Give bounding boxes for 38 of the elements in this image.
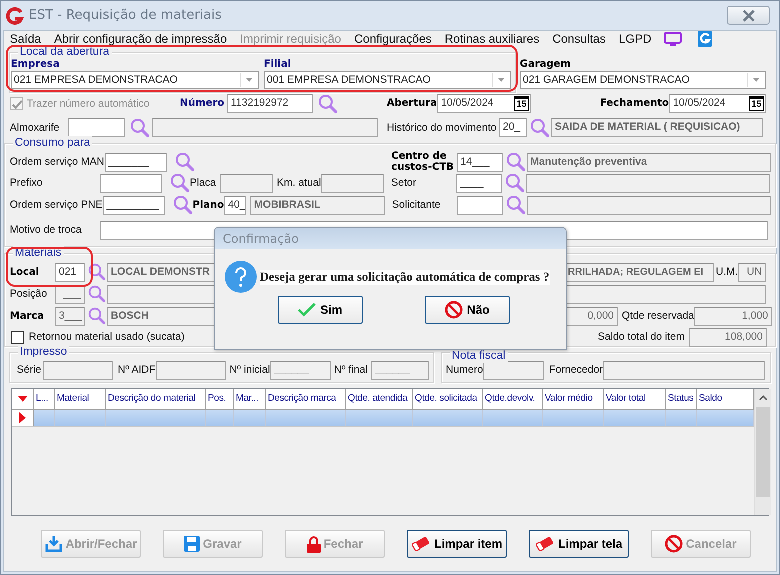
group-title: Consumo para (13, 136, 92, 150)
field-label: Nº inicial (230, 364, 270, 376)
field-label: U.M. (716, 266, 738, 278)
field-label: Filial (264, 59, 292, 70)
field-label: Retornou material usado (sucata) (29, 331, 185, 343)
field-label: Ordem serviço PNE (10, 199, 103, 211)
field-label: Qtde reservada (622, 310, 694, 322)
field-label: Prefixo (10, 177, 44, 189)
field-label: Saldo total do item (598, 331, 685, 343)
field-label: Local (10, 266, 40, 278)
field-label: Numero (446, 364, 484, 376)
field-label: Ordem serviço MAN (10, 156, 105, 168)
field-label: Placa (190, 177, 218, 189)
field-label: Garagem (520, 59, 572, 70)
field-label: Nº final (334, 364, 369, 376)
group-title: Impresso (18, 345, 70, 359)
field-label: Almoxarife (10, 122, 61, 134)
field-label: Solicitante (392, 199, 442, 211)
field-label: Plano (192, 200, 224, 210)
field-label: Histórico do movimento (387, 122, 498, 134)
field-label: Centro de custos-CTB (392, 151, 456, 173)
field-label: Nº AIDF (118, 364, 156, 376)
dialog-message: Deseja gerar uma solicitação automática de compras ? (260, 270, 550, 284)
window-title: EST - Requisição de materiais (29, 8, 222, 23)
dialog-title: Confirmação (223, 232, 299, 246)
field-label: Trazer número automático (27, 98, 151, 110)
field-label: Marca (10, 310, 46, 322)
field-label: Fechamento (600, 98, 670, 109)
field-label: Motivo de troca (10, 224, 83, 236)
field-label: Abertura (387, 98, 438, 109)
field-label: Fornecedor (549, 364, 604, 376)
field-label: Posição (10, 288, 48, 300)
field-label: Série (17, 364, 43, 376)
field-label: Setor (391, 177, 418, 189)
field-label: Número (180, 98, 226, 109)
field-label: Km. atual (277, 177, 322, 189)
group-title: Nota fiscal (450, 349, 508, 363)
field-label: Empresa (11, 59, 61, 70)
